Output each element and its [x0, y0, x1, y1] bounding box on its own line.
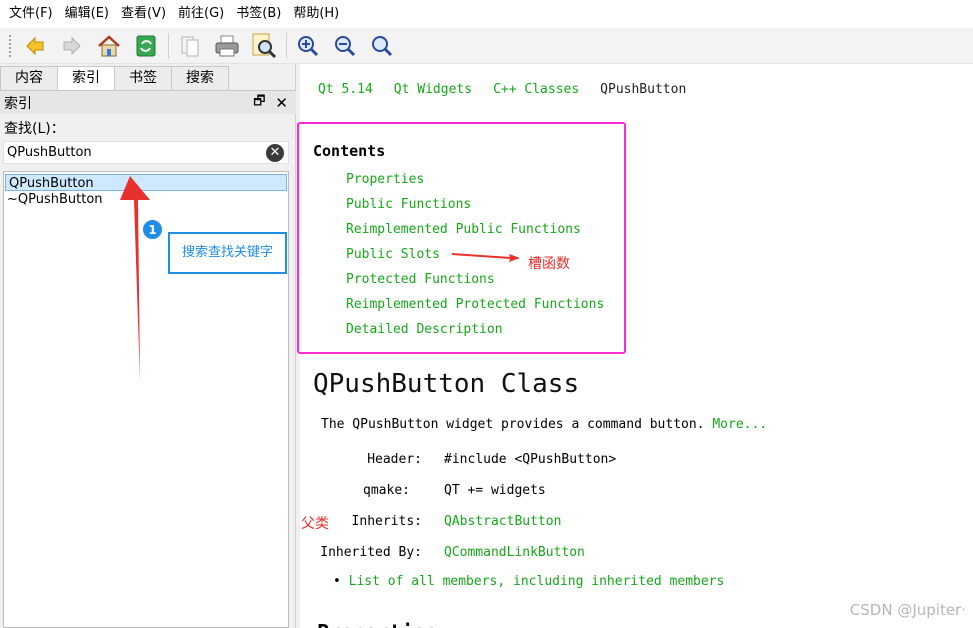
bullet-dot: •: [333, 574, 341, 589]
list-item[interactable]: ~QPushButton: [4, 191, 288, 208]
forward-button[interactable]: [57, 31, 87, 61]
find-button[interactable]: [249, 31, 279, 61]
toolbar-separator: [286, 32, 287, 59]
members-link[interactable]: List of all members, including inherited…: [349, 574, 725, 589]
zoom-reset-icon: [372, 35, 393, 56]
contents-link[interactable]: Detailed Description: [346, 321, 604, 346]
callout-number-badge: 1: [142, 219, 163, 240]
qmake-label: qmake:: [363, 483, 410, 498]
menu-view[interactable]: 查看(V): [118, 0, 175, 28]
more-link[interactable]: More...: [712, 417, 767, 432]
sync-icon: [136, 35, 156, 56]
menu-bookmarks[interactable]: 书签(B): [233, 0, 290, 28]
zoom-out-icon: [335, 35, 356, 56]
parent-annotation: 父类: [301, 516, 329, 532]
zoom-out-button[interactable]: [330, 31, 360, 61]
search-input[interactable]: QPushButton ✕: [3, 141, 289, 164]
members-list-item: • List of all members, including inherit…: [333, 574, 724, 589]
toolbar: [0, 28, 973, 64]
zoom-reset-button[interactable]: [367, 31, 397, 61]
menu-edit[interactable]: 编辑(E): [62, 0, 118, 28]
clear-icon[interactable]: ✕: [266, 144, 284, 162]
dock-title-bar: 索引 🗗 ✕: [0, 90, 296, 114]
home-icon: [98, 34, 120, 56]
tab-index[interactable]: 索引: [57, 66, 115, 91]
back-button[interactable]: [20, 31, 50, 61]
dock-title: 索引: [4, 95, 32, 112]
copy-button[interactable]: [175, 31, 205, 61]
inherited-by-label: Inherited By:: [320, 545, 422, 560]
menu-bar: 文件(F) 编辑(E) 查看(V) 前往(G) 书签(B) 帮助(H): [0, 0, 973, 28]
tab-contents[interactable]: 内容: [0, 66, 58, 90]
class-brief: The QPushButton widget provides a comman…: [321, 417, 767, 432]
tab-bookmarks[interactable]: 书签: [114, 66, 172, 90]
menu-help[interactable]: 帮助(H): [290, 0, 348, 28]
contents-link[interactable]: Reimplemented Protected Functions: [346, 296, 604, 321]
slot-annotation: 槽函数: [528, 256, 570, 272]
inherited-by-link[interactable]: QCommandLinkButton: [444, 545, 585, 560]
search-input-value: QPushButton: [7, 145, 92, 160]
tab-search[interactable]: 搜索: [171, 66, 229, 90]
breadcrumb-link[interactable]: Qt Widgets: [394, 82, 472, 97]
float-icon[interactable]: 🗗: [253, 92, 265, 114]
list-item[interactable]: QPushButton: [5, 174, 287, 191]
contents-heading: Contents: [313, 142, 386, 160]
header-value: #include <QPushButton>: [444, 452, 617, 467]
toolbar-grip[interactable]: [8, 33, 12, 58]
doc-content: Qt 5.14 Qt Widgets C++ Classes QPushButt…: [297, 64, 973, 628]
sync-button[interactable]: [131, 31, 161, 61]
brief-text: The QPushButton widget provides a comman…: [321, 417, 705, 432]
index-panel: 内容 索引 书签 搜索 索引 🗗 ✕ 查找(L)： QPushButton ✕ …: [0, 64, 296, 628]
home-button[interactable]: [94, 31, 124, 61]
inherits-link[interactable]: QAbstractButton: [444, 514, 561, 529]
breadcrumb-current: QPushButton: [600, 82, 687, 97]
copy-icon: [181, 36, 199, 56]
sidebar-tabs: 内容 索引 书签 搜索: [0, 66, 229, 91]
contents-link[interactable]: Reimplemented Public Functions: [346, 221, 604, 246]
dock-buttons: 🗗 ✕: [253, 91, 288, 115]
qmake-value: QT += widgets: [444, 483, 546, 498]
header-label: Header:: [367, 452, 422, 467]
find-label: 查找(L)：: [4, 121, 65, 137]
menu-file[interactable]: 文件(F): [6, 0, 62, 28]
contents-link[interactable]: Properties: [346, 171, 604, 196]
print-button[interactable]: [212, 31, 242, 61]
breadcrumb-link[interactable]: C++ Classes: [493, 82, 579, 97]
contents-link[interactable]: Protected Functions: [346, 271, 604, 296]
find-icon: [252, 33, 277, 58]
zoom-in-icon: [298, 35, 319, 56]
menu-go[interactable]: 前往(G): [175, 0, 233, 28]
section-heading: Properties: [317, 620, 437, 628]
close-icon[interactable]: ✕: [275, 94, 288, 112]
search-callout: 搜索查找关键字: [168, 232, 287, 274]
watermark: CSDN @Jupiter·: [849, 601, 966, 619]
back-icon: [26, 36, 44, 55]
print-icon: [215, 35, 239, 56]
toolbar-separator: [168, 32, 169, 59]
breadcrumb-link[interactable]: Qt 5.14: [318, 82, 373, 97]
forward-icon: [63, 36, 81, 55]
page-title: QPushButton Class: [313, 369, 580, 399]
zoom-in-button[interactable]: [293, 31, 323, 61]
contents-link[interactable]: Public Functions: [346, 196, 604, 221]
breadcrumb: Qt 5.14 Qt Widgets C++ Classes QPushButt…: [318, 82, 707, 97]
